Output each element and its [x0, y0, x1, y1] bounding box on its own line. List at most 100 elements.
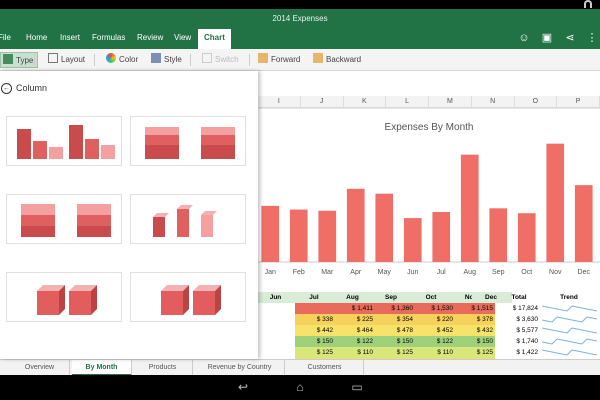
table-cell[interactable]: $ 1,411 — [335, 303, 375, 314]
tick-label-nov: Nov — [549, 269, 562, 276]
table-cell[interactable]: $ 1,360 — [375, 303, 415, 314]
thumb-3d-top — [201, 211, 217, 215]
sheet-tab-revenue-by-country[interactable]: Revenue by Country — [195, 360, 285, 376]
chart[interactable]: Expenses By Month Jan Feb Mar Apr May Jun Jul A… — [258, 112, 600, 290]
table-cell[interactable]: $ 338 — [295, 314, 335, 325]
thumbnail-3d-stacked-column[interactable] — [6, 272, 122, 322]
table-cell[interactable]: $ 1,515 — [455, 303, 495, 314]
trend-sparkline — [542, 349, 598, 356]
back-icon[interactable]: ↩ — [233, 380, 253, 394]
bar-oct — [517, 213, 536, 262]
thumb-segment — [77, 204, 111, 215]
thumb-segment — [145, 145, 179, 159]
thumb-segment — [77, 215, 111, 226]
table-cell[interactable]: $ 442 — [295, 325, 335, 336]
tab-formulas[interactable]: Formulas — [92, 29, 125, 49]
tick-label-dec: Dec — [578, 269, 591, 276]
column-header[interactable]: M — [429, 96, 472, 108]
table-cell[interactable]: $ 354 — [375, 314, 415, 325]
column-header[interactable]: J — [301, 96, 344, 108]
thumb-segment — [201, 135, 235, 145]
layout-button[interactable]: Layout — [48, 52, 85, 68]
thumbnail-3d-clustered-column[interactable] — [130, 194, 246, 244]
tick-label-sep: Sep — [492, 269, 505, 276]
table-cell[interactable]: $ 125 — [455, 347, 495, 358]
column-header[interactable]: P — [557, 96, 600, 108]
table-cell[interactable]: $ 125 — [295, 347, 335, 358]
table-cell[interactable]: $ 110 — [335, 347, 375, 358]
recents-icon[interactable]: ▭ — [347, 380, 367, 394]
tab-view[interactable]: View — [174, 29, 191, 49]
share-icon[interactable]: ⋖ — [564, 32, 576, 44]
table-cell[interactable]: $ 110 — [415, 347, 455, 358]
back-arrow-icon[interactable]: ← — [1, 83, 12, 94]
table-cell[interactable]: $ 122 — [335, 336, 375, 347]
column-header[interactable]: K — [344, 96, 387, 108]
column-header[interactable]: I — [258, 96, 301, 108]
table-cell[interactable]: $ 125 — [375, 347, 415, 358]
table-cell[interactable]: $ 225 — [335, 314, 375, 325]
thumbnail-preview — [21, 204, 111, 237]
table-cell[interactable]: $ 220 — [415, 314, 455, 325]
table-cell[interactable]: $ 464 — [335, 325, 375, 336]
tab-file[interactable]: File — [0, 29, 11, 49]
thumb-segment — [21, 226, 55, 237]
table-cell[interactable]: $ 452 — [415, 325, 455, 336]
table-cell[interactable]: $ 1,530 — [415, 303, 455, 314]
sheet-tab-customers[interactable]: Customers — [286, 360, 364, 376]
smiley-icon[interactable]: ☺ — [518, 32, 530, 44]
save-icon[interactable]: ▣ — [541, 32, 553, 44]
column-header[interactable]: O — [515, 96, 558, 108]
column-header[interactable]: L — [386, 96, 429, 108]
bar-dec — [574, 185, 593, 262]
tab-home[interactable]: Home — [26, 29, 47, 49]
thumbnail-preview — [161, 285, 221, 315]
thumbnail-3d-100-stacked-column[interactable] — [130, 272, 246, 322]
table-cell[interactable]: $ 5,577 — [500, 325, 540, 336]
table-cell[interactable]: $ 1,422 — [500, 347, 540, 358]
table-cell[interactable]: $ 122 — [415, 336, 455, 347]
type-button[interactable]: Type — [0, 52, 39, 68]
thumb-bar — [69, 125, 83, 159]
table-cell[interactable]: $ 150 — [375, 336, 415, 347]
sparkline-path — [542, 327, 598, 334]
table-cell[interactable]: $ 478 — [375, 325, 415, 336]
column-header[interactable]: N — [472, 96, 515, 108]
tab-review[interactable]: Review — [137, 29, 163, 49]
sheet-tab-overview[interactable]: Overview — [10, 360, 70, 376]
table-cell[interactable]: $ 3,630 — [500, 314, 540, 325]
bar-may — [375, 193, 394, 262]
table-cell[interactable]: $ 150 — [295, 336, 335, 347]
sheet-tab-products[interactable]: Products — [133, 360, 193, 376]
table-cell[interactable] — [295, 303, 335, 314]
sheet-tab-by-month[interactable]: By Month — [72, 360, 132, 376]
forward-button[interactable]: Forward — [258, 52, 300, 68]
tab-insert[interactable]: Insert — [60, 29, 80, 49]
more-icon[interactable]: ⋮ — [586, 32, 598, 44]
thumbnail-100-stacked-column[interactable] — [6, 194, 122, 244]
color-button[interactable]: Color — [106, 52, 138, 68]
table-cell[interactable]: $ 17,824 — [500, 303, 540, 314]
table-cell[interactable]: $ 378 — [455, 314, 495, 325]
thumbnail-stacked-column[interactable] — [130, 116, 246, 166]
table-header-cell: Jun — [258, 292, 295, 303]
style-button[interactable]: Style — [151, 52, 182, 68]
backward-button[interactable]: Backward — [313, 52, 361, 68]
home-icon[interactable]: ⌂ — [290, 380, 310, 394]
table-header-cell: Sep — [372, 292, 412, 303]
style-label: Style — [164, 55, 182, 64]
table-cell[interactable]: $ 150 — [455, 336, 495, 347]
thumbnail-clustered-column[interactable] — [6, 116, 122, 166]
color-label: Color — [119, 55, 139, 64]
layout-label: Layout — [61, 55, 86, 64]
tab-chart[interactable]: Chart — [198, 29, 231, 49]
table-cell[interactable]: $ 432 — [455, 325, 495, 336]
bar-mar — [318, 210, 337, 262]
table-cell[interactable]: $ 1,740 — [500, 336, 540, 347]
tick-label-mar: Mar — [321, 269, 334, 276]
tick-label-jul: Jul — [437, 269, 446, 276]
thumb-3d-bar — [201, 215, 213, 237]
forward-label: Forward — [271, 55, 301, 64]
switch-button: Switch — [202, 52, 239, 68]
window-title: 2014 Expenses — [0, 9, 600, 29]
